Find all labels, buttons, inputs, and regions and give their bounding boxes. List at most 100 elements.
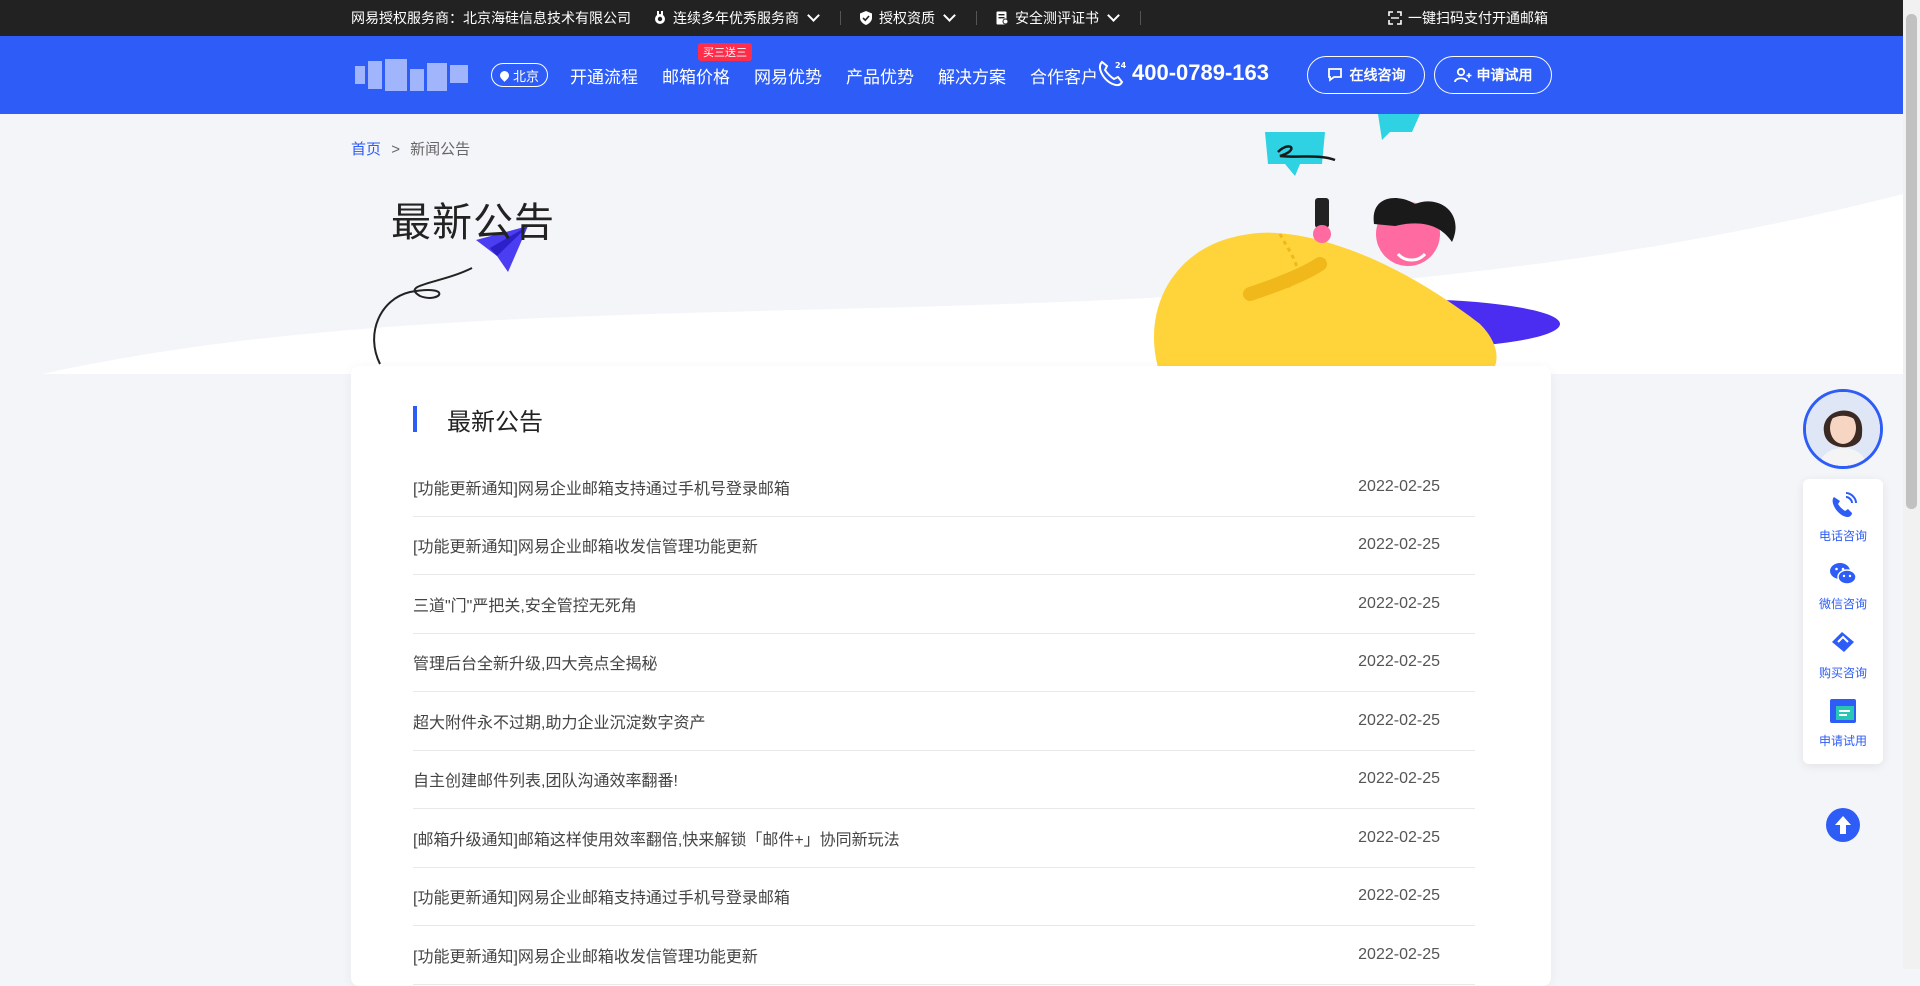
news-date: 2022-02-25	[1358, 536, 1440, 554]
purchase-consult[interactable]: 购买咨询	[1819, 628, 1867, 696]
svg-text:24: 24	[1115, 61, 1126, 70]
location-pin-icon	[498, 68, 511, 82]
news-date: 2022-02-25	[1358, 828, 1440, 846]
city-selector[interactable]: 北京	[491, 63, 549, 87]
news-row[interactable]: 管理后台全新升级,四大亮点全揭秘 2022-02-25	[413, 634, 1475, 692]
scrollbar-thumb[interactable]	[1906, 14, 1917, 509]
nav-item-solutions[interactable]: 解决方案	[938, 63, 1006, 88]
hero-title: 最新公告	[391, 201, 555, 245]
hotline-number: 400-0789-163	[1132, 60, 1270, 85]
logo[interactable]	[355, 59, 473, 91]
online-consult-label: 在线咨询	[1349, 67, 1406, 83]
phone-consult[interactable]: 电话咨询	[1819, 491, 1867, 559]
phone-icon	[1832, 492, 1857, 517]
phone-consult-label: 电话咨询	[1818, 529, 1867, 543]
apply-trial-side-label: 申请试用	[1818, 733, 1867, 748]
news-title[interactable]: [功能更新通知]网易企业邮箱支持通过手机号登录邮箱	[413, 884, 790, 908]
news-title[interactable]: [功能更新通知]网易企业邮箱支持通过手机号登录邮箱	[413, 475, 790, 499]
breadcrumb-current: 新闻公告	[410, 141, 471, 158]
back-to-top-button[interactable]	[1826, 808, 1860, 842]
news-row[interactable]: 超大附件永不过期,助力企业沉淀数字资产 2022-02-25	[413, 692, 1475, 751]
nav-item-customers[interactable]: 合作客户	[1030, 63, 1098, 88]
breadcrumb-home[interactable]: 首页	[351, 141, 381, 158]
scan-pay-label: 一键扫码支付开通邮箱	[1408, 10, 1548, 26]
apply-trial-side[interactable]: 申请试用	[1819, 696, 1867, 764]
news-date: 2022-02-25	[1358, 887, 1440, 905]
wechat-icon	[1829, 563, 1857, 585]
handshake-icon	[1831, 631, 1854, 652]
apply-trial-button[interactable]: 申请试用	[1434, 56, 1552, 94]
news-date: 2022-02-25	[1358, 653, 1440, 671]
contact-panel: 电话咨询 微信咨询 购买咨询 申请试用	[1803, 479, 1883, 764]
news-list: [功能更新通知]网易企业邮箱支持通过手机号登录邮箱 2022-02-25 [功能更新…	[413, 458, 1475, 985]
divider	[1140, 11, 1141, 25]
title-accent-bar	[413, 406, 417, 432]
news-row[interactable]: [功能更新通知]网易企业邮箱收发信管理功能更新 2022-02-25	[413, 517, 1475, 575]
security-dropdown[interactable]: 安全测评证书	[995, 8, 1120, 28]
announcement-card: 最新公告 [功能更新通知]网易企业邮箱支持通过手机号登录邮箱 2022-02-25…	[351, 366, 1551, 986]
breadcrumb-separator: >	[391, 141, 400, 158]
news-row[interactable]: [邮箱升级通知]邮箱这样使用效率翻倍,快来解锁「邮件+」协同新玩法 2022-02…	[413, 809, 1475, 868]
news-row[interactable]: 自主创建邮件列表,团队沟通效率翻番! 2022-02-25	[413, 751, 1475, 809]
chat-icon	[1327, 68, 1342, 82]
news-row[interactable]: [功能更新通知]网易企业邮箱收发信管理功能更新 2022-02-25	[413, 926, 1475, 985]
shield-icon	[860, 11, 872, 25]
news-title[interactable]: 超大附件永不过期,助力企业沉淀数字资产	[413, 709, 705, 733]
license-dropdown[interactable]: 授权资质	[859, 8, 956, 28]
news-date: 2022-02-25	[1358, 594, 1440, 612]
news-date: 2022-02-25	[1358, 711, 1440, 729]
online-consult-button[interactable]: 在线咨询	[1307, 56, 1425, 94]
award-dropdown[interactable]: 连续多年优秀服务商	[653, 8, 820, 28]
divider	[976, 11, 977, 25]
main-nav: 北京 开通流程 邮箱价格 买三送三 网易优势 产品优势 解决方案 合作客户 24 …	[0, 36, 1903, 114]
security-label: 安全测评证书	[1015, 10, 1099, 26]
nav-item-pricing-label: 邮箱价格	[662, 67, 730, 87]
nav-item-pricing[interactable]: 邮箱价格 买三送三	[662, 42, 752, 88]
chevron-down-icon	[943, 9, 956, 22]
side-float-panel: 电话咨询 微信咨询 购买咨询 申请试用	[1803, 389, 1883, 764]
breadcrumb: 首页 > 新闻公告	[351, 138, 470, 159]
news-row[interactable]: 三道"门"严把关,安全管控无死角 2022-02-25	[413, 575, 1475, 634]
user-add-icon	[1453, 67, 1471, 83]
hero-background	[0, 114, 1903, 374]
nav-item-process[interactable]: 开通流程	[570, 63, 638, 88]
card-title: 最新公告	[413, 406, 543, 436]
provider-text: 网易授权服务商：北京海硅信息技术有限公司	[351, 10, 631, 26]
divider	[840, 11, 841, 25]
top-bar: 网易授权服务商：北京海硅信息技术有限公司 连续多年优秀服务商 授权资质 安全测评…	[0, 0, 1903, 36]
purchase-consult-label: 购买咨询	[1818, 665, 1867, 680]
scan-pay-link[interactable]: 一键扫码支付开通邮箱	[1388, 0, 1548, 36]
news-title[interactable]: 自主创建邮件列表,团队沟通效率翻番!	[413, 767, 678, 791]
news-row[interactable]: [功能更新通知]网易企业邮箱支持通过手机号登录邮箱 2022-02-25	[413, 458, 1475, 517]
nav-item-product-advantage[interactable]: 产品优势	[846, 63, 914, 88]
news-date: 2022-02-25	[1358, 945, 1440, 963]
nav-menu: 开通流程 邮箱价格 买三送三 网易优势 产品优势 解决方案 合作客户	[570, 36, 1122, 114]
medal-icon	[655, 11, 665, 24]
hero-banner: 首页 > 新闻公告 最新公告	[0, 114, 1903, 374]
news-date: 2022-02-25	[1358, 770, 1440, 788]
page-scrollbar[interactable]	[1903, 0, 1920, 969]
wechat-consult[interactable]: 微信咨询	[1819, 559, 1867, 627]
apply-trial-label: 申请试用	[1476, 67, 1533, 83]
chevron-down-icon	[807, 9, 820, 22]
avatar-image	[1806, 392, 1880, 466]
city-label: 北京	[513, 68, 540, 84]
chevron-down-icon	[1107, 9, 1120, 22]
arrow-up-icon	[1835, 816, 1851, 834]
wechat-consult-label: 微信咨询	[1818, 597, 1867, 612]
news-date: 2022-02-25	[1358, 477, 1440, 495]
scan-icon	[1388, 11, 1402, 25]
news-title[interactable]: 三道"门"严把关,安全管控无死角	[413, 592, 637, 616]
customer-service-avatar[interactable]	[1803, 389, 1883, 469]
hotline[interactable]: 24 400-0789-163	[1096, 58, 1269, 88]
nav-item-netease-advantage[interactable]: 网易优势	[754, 63, 822, 88]
promo-badge: 买三送三	[698, 42, 752, 61]
news-title[interactable]: 管理后台全新升级,四大亮点全揭秘	[413, 650, 657, 674]
news-title[interactable]: [功能更新通知]网易企业邮箱收发信管理功能更新	[413, 943, 758, 967]
form-icon	[1829, 698, 1856, 723]
news-title[interactable]: [邮箱升级通知]邮箱这样使用效率翻倍,快来解锁「邮件+」协同新玩法	[413, 826, 900, 850]
news-row[interactable]: [功能更新通知]网易企业邮箱支持通过手机号登录邮箱 2022-02-25	[413, 868, 1475, 926]
phone-24h-icon: 24	[1098, 60, 1126, 87]
certificate-icon	[996, 11, 1009, 25]
news-title[interactable]: [功能更新通知]网易企业邮箱收发信管理功能更新	[413, 533, 758, 557]
